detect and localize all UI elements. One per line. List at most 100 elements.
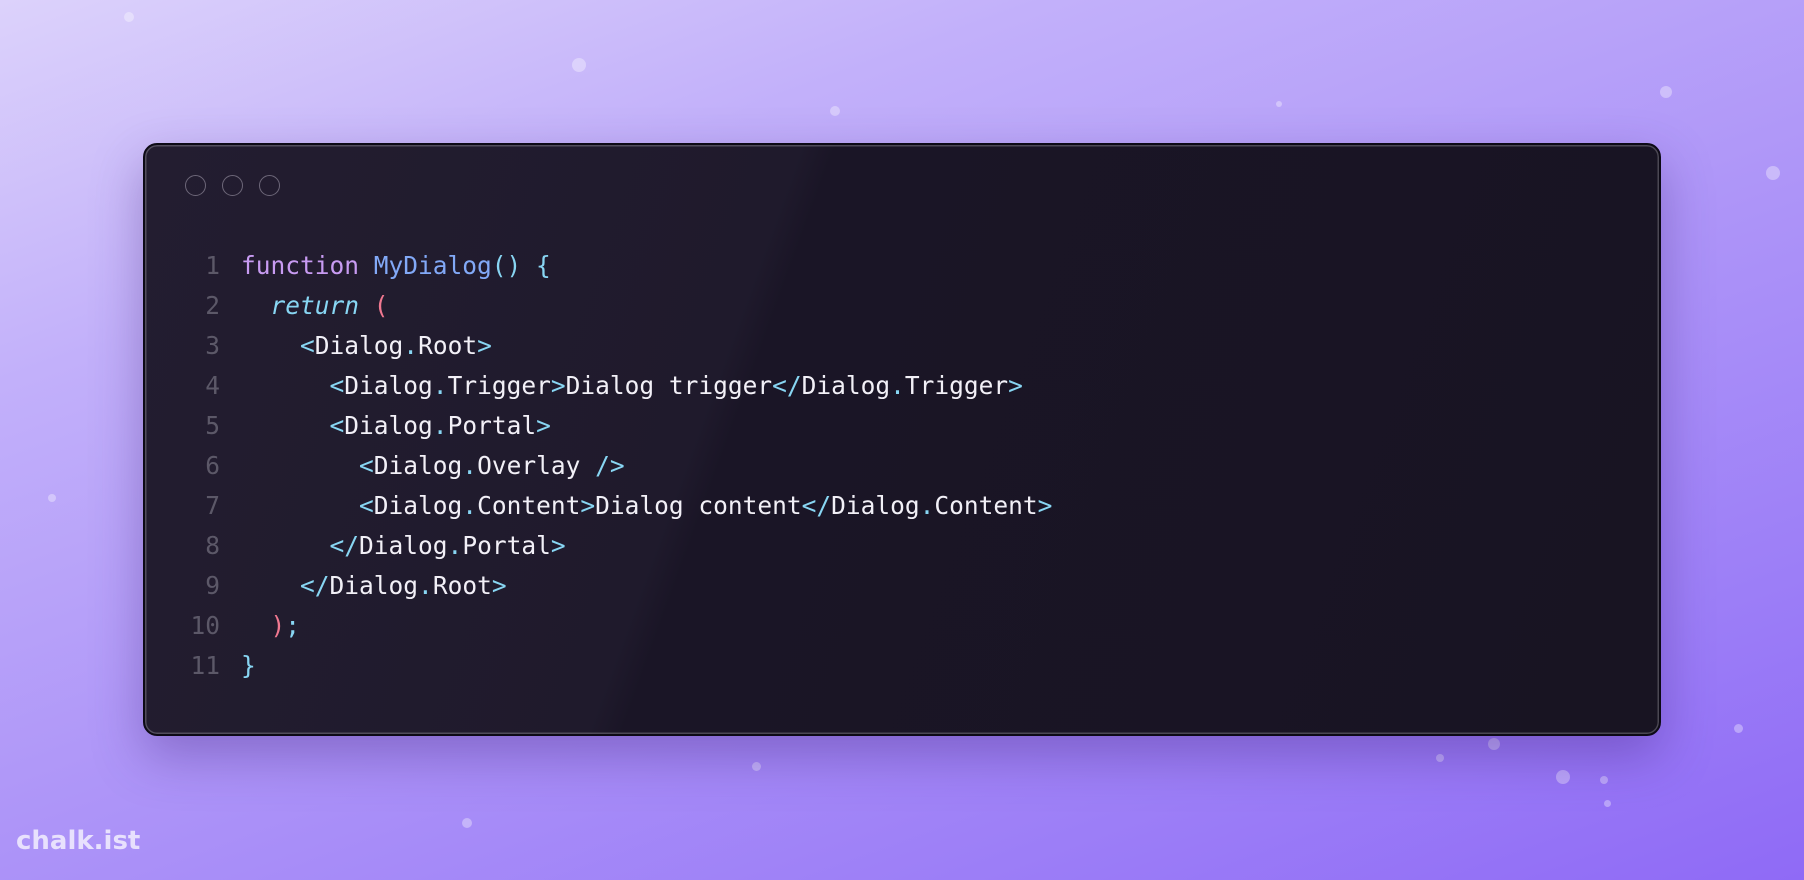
code-token: () { <box>491 251 551 280</box>
line-number: 3 <box>205 331 220 360</box>
code-text: <Dialog.Overlay /> <box>220 446 625 486</box>
code-token: Root <box>432 571 492 600</box>
code-token: < <box>359 491 374 520</box>
background-sparkle <box>1436 754 1444 762</box>
background-sparkle <box>1556 770 1570 784</box>
code-token: . <box>462 491 478 520</box>
code-token: > <box>477 331 492 360</box>
background-sparkle <box>1276 101 1282 107</box>
code-token: Dialog <box>344 371 433 400</box>
code-line: 1 function MyDialog() { <box>145 246 1052 286</box>
watermark-logo: chalk.ist <box>16 826 141 856</box>
code-line: 10 ); <box>145 606 1052 646</box>
code-token: < <box>300 331 315 360</box>
code-token: Content <box>477 491 581 520</box>
code-token: </ <box>801 491 832 520</box>
code-token: </ <box>772 371 802 400</box>
code-token: Dialog <box>801 371 891 400</box>
code-token: < <box>329 371 345 400</box>
code-token: . <box>890 371 905 400</box>
code-text: <Dialog.Content>Dialog content</Dialog.C… <box>220 486 1052 526</box>
code-token: Root <box>418 331 478 360</box>
background-sparkle <box>572 58 586 72</box>
window-control-circle-icon[interactable] <box>185 175 206 196</box>
code-line: 3 <Dialog.Root> <box>145 326 1052 366</box>
code-token: Dialog <box>314 331 404 360</box>
code-window: 1 function MyDialog() {2 return (3 <Dialo… <box>143 143 1661 736</box>
code-line: 6 <Dialog.Overlay /> <box>145 446 1052 486</box>
code-line: 4 <Dialog.Trigger>Dialog trigger</Dialog… <box>145 366 1052 406</box>
line-number: 1 <box>205 251 220 280</box>
code-token: > <box>550 371 566 400</box>
code-token: Content <box>934 491 1038 520</box>
background-sparkle <box>1488 738 1500 750</box>
line-number: 5 <box>205 411 220 440</box>
background-sparkle <box>48 494 56 502</box>
code-token: /> <box>595 451 625 480</box>
code-token: Dialog <box>373 451 463 480</box>
background-sparkle <box>752 762 761 771</box>
code-token: > <box>536 411 551 440</box>
code-line: 8 </Dialog.Portal> <box>145 526 1052 566</box>
background-sparkle <box>1660 86 1672 98</box>
code-token: Portal <box>447 411 537 440</box>
background-sparkle <box>1766 166 1780 180</box>
line-number: 4 <box>205 371 220 400</box>
code-token: . <box>403 331 419 360</box>
line-number: 10 <box>190 611 220 640</box>
code-token: Dialog <box>329 571 419 600</box>
code-token: . <box>919 491 935 520</box>
code-token: MyDialog <box>373 251 492 280</box>
code-line: 2 return ( <box>145 286 1052 326</box>
window-control-circle-icon[interactable] <box>259 175 280 196</box>
background-sparkle <box>462 818 472 828</box>
code-token: } <box>241 651 256 680</box>
code-token: Overlay <box>477 451 581 480</box>
code-token: function <box>241 251 360 280</box>
line-number: 11 <box>190 651 220 680</box>
code-text: <Dialog.Trigger>Dialog trigger</Dialog.T… <box>220 366 1023 406</box>
code-token: . <box>462 451 478 480</box>
line-number: 2 <box>205 291 220 320</box>
window-control-circle-icon[interactable] <box>222 175 243 196</box>
code-token: . <box>418 571 433 600</box>
line-number: 8 <box>205 531 220 560</box>
code-token: > <box>491 571 507 600</box>
code-text: <Dialog.Portal> <box>220 406 551 446</box>
code-token: Dialog <box>359 531 448 560</box>
code-token: ( <box>373 291 389 320</box>
line-number: 7 <box>205 491 220 520</box>
code-token: > <box>1037 491 1053 520</box>
code-line: 9 </Dialog.Root> <box>145 566 1052 606</box>
code-token: > <box>1008 371 1023 400</box>
background-sparkle <box>1604 800 1611 807</box>
code-text: <Dialog.Root> <box>220 326 492 366</box>
code-token: Dialog content <box>595 491 802 520</box>
code-token: . <box>432 411 448 440</box>
code-token: > <box>550 531 566 560</box>
line-number: 9 <box>205 571 220 600</box>
code-block: 1 function MyDialog() {2 return (3 <Dialo… <box>145 246 1052 686</box>
code-token: Dialog trigger <box>565 371 773 400</box>
background-sparkle <box>1734 724 1743 733</box>
code-token: > <box>580 491 596 520</box>
code-token: Trigger <box>904 371 1009 400</box>
code-line: 7 <Dialog.Content>Dialog content</Dialog… <box>145 486 1052 526</box>
code-text: } <box>220 646 256 686</box>
background-sparkle <box>124 12 134 22</box>
background-sparkle <box>1600 776 1608 784</box>
code-token: </ <box>300 571 330 600</box>
code-token: Dialog <box>373 491 463 520</box>
code-token: Dialog <box>831 491 920 520</box>
code-token: Portal <box>462 531 551 560</box>
code-token: Dialog <box>344 411 433 440</box>
